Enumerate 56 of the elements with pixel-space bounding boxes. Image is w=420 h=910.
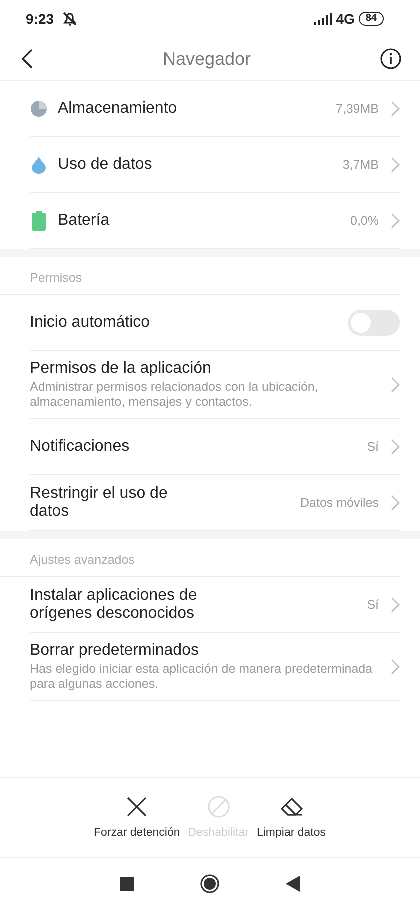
- setting-value: Sí: [367, 598, 379, 612]
- muted-bell-icon: [62, 11, 78, 27]
- setting-title: Permisos de la aplicación: [30, 360, 212, 378]
- settings-row[interactable]: Permisos de la aplicación Administrar permisos relacionados con la ubicación, almacenamiento, mensajes y contactos.: [30, 351, 400, 419]
- action-button[interactable]: Forzar detención: [94, 795, 180, 839]
- eraser-icon: [280, 795, 304, 819]
- settings-row[interactable]: Borrar predeterminados Has elegido iniciar esta aplicación de manera predeterminada para algunas acciones.: [30, 633, 400, 701]
- setting-value: 3,7MB: [342, 158, 379, 172]
- water-drop-icon: [30, 156, 48, 174]
- screen-title: Navegador: [162, 48, 252, 70]
- chevron-right-icon: [391, 376, 400, 392]
- setting-description: Has elegido iniciar esta aplicación de manera predeterminada para algunas acciones.: [30, 662, 374, 692]
- section-heading: Permisos: [0, 257, 400, 295]
- setting-value: Sí: [367, 440, 379, 454]
- home-circle-icon: [200, 874, 220, 894]
- clock-time: 9:23: [26, 11, 54, 27]
- pie-chart-icon: [30, 100, 48, 118]
- back-button[interactable]: [20, 48, 34, 70]
- setting-title: Uso de datos: [58, 156, 154, 174]
- chevron-right-icon: [391, 596, 400, 612]
- chevron-right-icon: [391, 658, 400, 674]
- chevron-right-icon: [391, 156, 400, 172]
- settings-row[interactable]: Instalar aplicaciones de orígenes desconocidos Sí: [30, 577, 400, 633]
- battery-level: 84: [358, 12, 384, 26]
- home-button[interactable]: [200, 874, 220, 894]
- triangle-back-icon: [286, 876, 300, 892]
- chevron-right-icon: [391, 100, 400, 116]
- back-nav-button[interactable]: [286, 876, 300, 892]
- setting-title: Instalar aplicaciones de orígenes desconocidos: [30, 586, 198, 622]
- settings-row[interactable]: Uso de datos 3,7MB: [30, 137, 400, 193]
- signal-icon: [314, 13, 332, 25]
- setting-title: Notificaciones: [30, 438, 131, 456]
- setting-title: Restringir el uso de datos: [30, 484, 169, 520]
- chevron-right-icon: [391, 212, 400, 228]
- setting-value: 7,39MB: [336, 102, 379, 116]
- setting-title: Almacenamiento: [58, 100, 178, 118]
- setting-title: Borrar predeterminados: [30, 642, 200, 660]
- info-button[interactable]: [380, 48, 402, 70]
- settings-row[interactable]: Inicio automático: [30, 295, 400, 351]
- setting-description: Administrar permisos relacionados con la ubicación, almacenamiento, mensajes y contactos.: [30, 380, 320, 410]
- chevron-right-icon: [391, 494, 400, 510]
- setting-value: 0,0%: [350, 214, 379, 228]
- action-button[interactable]: Limpiar datos: [256, 795, 326, 839]
- settings-row[interactable]: Almacenamiento 7,39MB: [30, 81, 400, 137]
- battery-icon: [30, 210, 48, 230]
- network-type: 4G: [336, 11, 355, 27]
- close-icon: [125, 795, 150, 819]
- square-icon: [120, 877, 134, 891]
- setting-title: Batería: [58, 212, 111, 230]
- disabled-icon: [206, 795, 231, 819]
- info-icon: [380, 48, 402, 70]
- section-heading: Ajustes avanzados: [0, 539, 400, 577]
- setting-value: Datos móviles: [300, 496, 379, 510]
- setting-title: Inicio automático: [30, 314, 152, 332]
- chevron-right-icon: [391, 438, 400, 454]
- settings-row[interactable]: Notificaciones Sí: [30, 419, 400, 475]
